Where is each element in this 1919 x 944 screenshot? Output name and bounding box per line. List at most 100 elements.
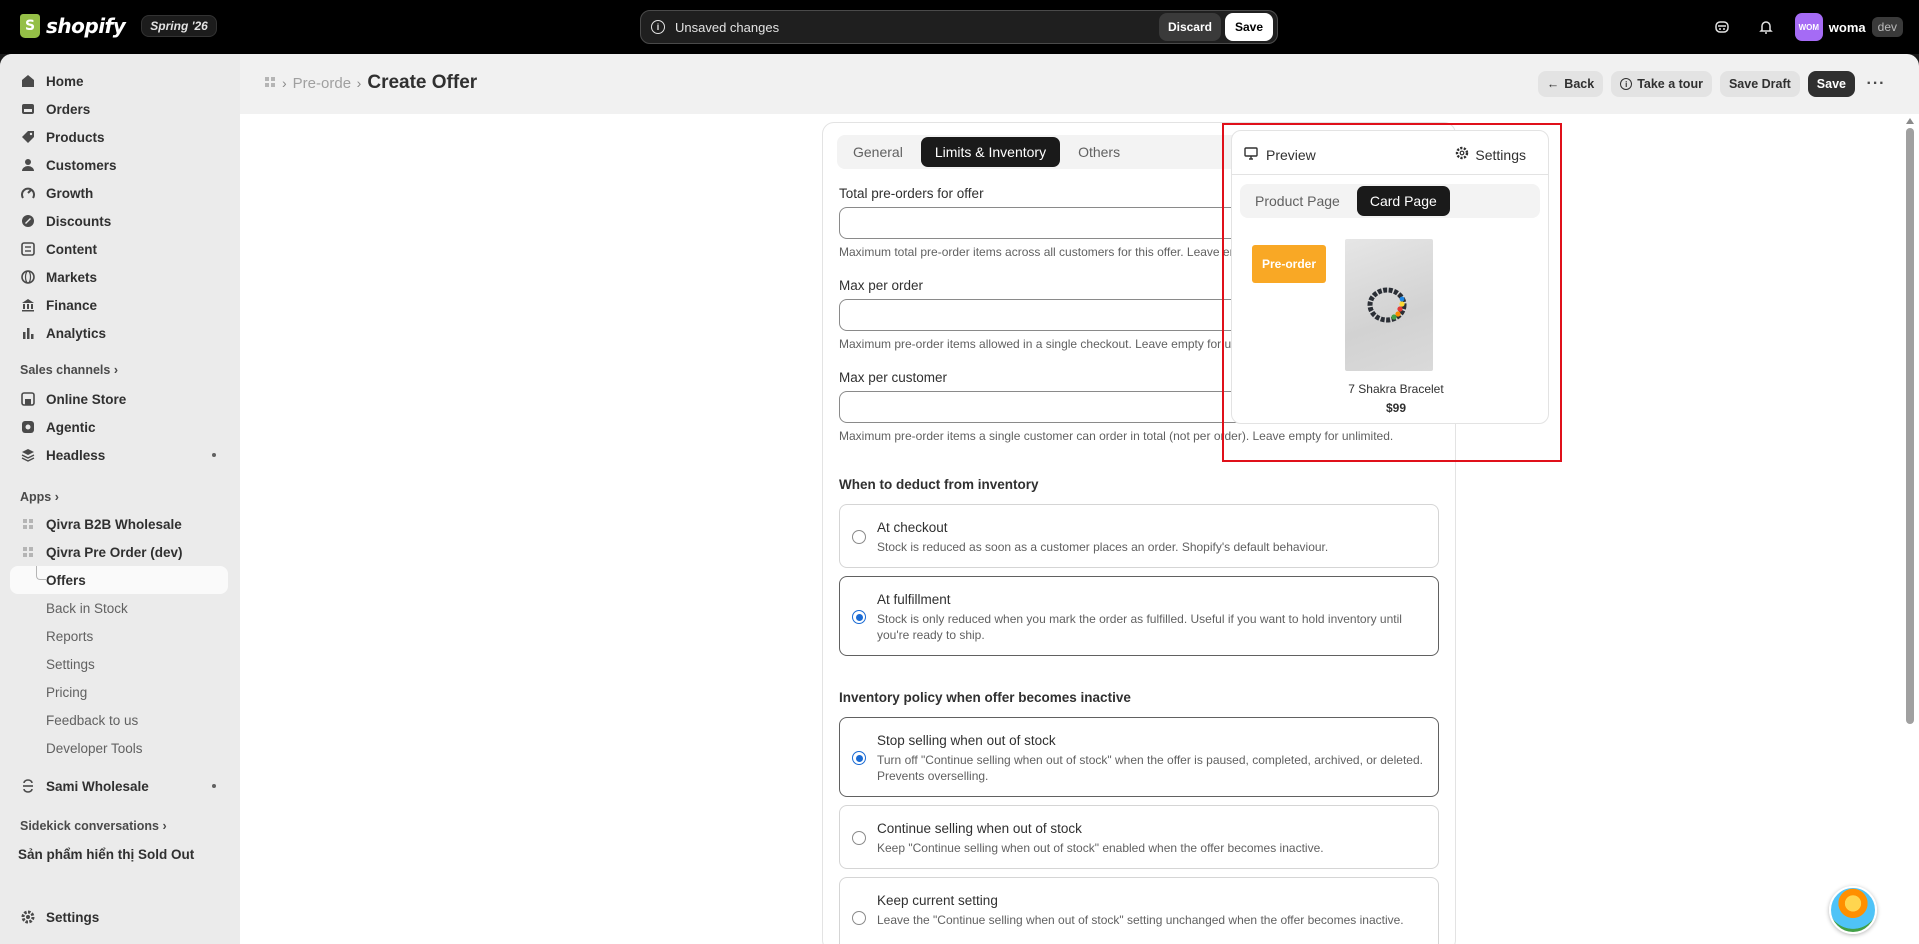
option-keep-current[interactable]: Keep current setting Leave the "Continue…: [839, 877, 1439, 944]
top-right-actions: WOM woma dev: [1707, 13, 1903, 41]
sidebar-subitem-offers[interactable]: Offers: [10, 566, 228, 594]
radio-at-checkout[interactable]: [852, 530, 866, 544]
bracelet-image: [1367, 287, 1407, 323]
preview-label: Preview: [1266, 146, 1316, 163]
avatar[interactable]: WOM: [1794, 13, 1823, 41]
sidebar-item-label: Reports: [46, 628, 94, 644]
app-grid-icon[interactable]: [264, 75, 276, 91]
sidebar-item-headless[interactable]: Headless: [10, 441, 228, 469]
sidebar-item-growth[interactable]: Growth: [10, 179, 228, 207]
sidebar-subitem-back-in-stock[interactable]: Back in Stock: [10, 594, 228, 622]
sidebar-item-online-store[interactable]: Online Store: [10, 385, 228, 413]
sidebar-item-label: Home: [46, 73, 84, 89]
sidebar-item-sami-wholesale[interactable]: Sami Wholesale: [10, 772, 228, 800]
option-stop-selling[interactable]: Stop selling when out of stock Turn off …: [839, 717, 1439, 797]
store-icon: [20, 391, 36, 407]
content-icon: [20, 241, 36, 257]
preview-header: Preview Settings: [1232, 131, 1548, 175]
tab-others[interactable]: Others: [1064, 137, 1134, 167]
tab-limits-inventory[interactable]: Limits & Inventory: [920, 137, 1061, 167]
back-button[interactable]: ← Back: [1537, 71, 1604, 97]
sidebar-item-discounts[interactable]: Discounts: [10, 207, 228, 235]
sidebar-item-finance[interactable]: Finance: [10, 291, 228, 319]
sales-channels-heading[interactable]: Sales channels ›: [20, 363, 118, 377]
app-icon: [20, 516, 36, 532]
sidebar-item-label: Finance: [46, 297, 98, 313]
sidekick-conversation-item[interactable]: Sản phẩm hiển thị Sold Out: [18, 847, 194, 862]
sidekick-icon[interactable]: [1707, 13, 1737, 41]
gear-icon: [1455, 146, 1469, 163]
info-icon: i: [651, 20, 665, 34]
save-button-top[interactable]: Save: [1224, 13, 1273, 41]
take-tour-button[interactable]: i Take a tour: [1611, 71, 1712, 97]
sidebar-item-markets[interactable]: Markets: [10, 263, 228, 291]
sidebar-subitem-reports[interactable]: Reports: [10, 622, 228, 650]
option-description: Leave the "Continue selling when out of …: [877, 913, 1404, 927]
tab-general[interactable]: General: [839, 137, 917, 167]
sidekick-heading[interactable]: Sidekick conversations ›: [20, 819, 167, 833]
sidebar-subitem-feedback[interactable]: Feedback to us: [10, 706, 228, 734]
sidebar-item-label: Feedback to us: [46, 712, 139, 728]
bell-icon[interactable]: [1751, 13, 1781, 41]
sidekick-heading-label: Sidekick conversations: [20, 819, 159, 833]
preview-settings-button[interactable]: Settings: [1455, 146, 1526, 163]
sidebar-item-label: Headless: [46, 447, 106, 463]
scrollbar[interactable]: [1901, 114, 1919, 944]
option-at-checkout[interactable]: At checkout Stock is reduced as soon as …: [839, 504, 1439, 568]
sidebar-item-orders[interactable]: Orders: [10, 95, 228, 123]
sidebar-item-label: Orders: [46, 101, 91, 117]
monitor-icon: [1244, 146, 1258, 163]
store-name[interactable]: woma: [1829, 20, 1866, 35]
sidebar-item-analytics[interactable]: Analytics: [10, 319, 228, 347]
chevron-right-icon: ›: [162, 819, 167, 833]
sidebar-item-label: Developer Tools: [46, 740, 143, 756]
back-button-label: Back: [1564, 77, 1595, 91]
sidebar-item-agentic[interactable]: Agentic: [10, 413, 228, 441]
tag-icon: [20, 129, 36, 145]
sidebar-item-qivra-b2b[interactable]: Qivra B2B Wholesale: [10, 510, 228, 538]
radio-continue-selling[interactable]: [852, 831, 866, 845]
scroll-thumb[interactable]: [1906, 128, 1914, 724]
env-badge: dev: [1871, 17, 1903, 37]
option-title: Keep current setting: [877, 893, 998, 908]
tab-product-page[interactable]: Product Page: [1242, 186, 1353, 216]
sales-channels-heading-label: Sales channels: [20, 363, 111, 377]
edition-badge[interactable]: Spring '26: [141, 15, 217, 37]
sidebar-item-label: Offers: [46, 572, 86, 588]
preview-tabs: Product Page Card Page: [1240, 184, 1540, 218]
page-header: › Pre-order › Create Offer ← Back i Take a…: [240, 54, 1919, 114]
more-actions-icon[interactable]: ···: [1863, 75, 1889, 93]
option-title: At fulfillment: [877, 592, 951, 607]
shopify-logo[interactable]: shopify Spring '26: [20, 14, 217, 38]
save-draft-button[interactable]: Save Draft: [1719, 71, 1800, 97]
option-at-fulfillment[interactable]: At fulfillment Stock is only reduced whe…: [839, 576, 1439, 656]
radio-stop-selling[interactable]: [852, 751, 866, 765]
sidebar-item-qivra-preorder[interactable]: Qivra Pre Order (dev): [10, 538, 228, 566]
sidekick-launcher-icon[interactable]: [1829, 886, 1877, 934]
breadcrumb-parent[interactable]: Pre-order: [293, 75, 351, 92]
sidebar-item-label: Products: [46, 129, 105, 145]
sidebar-item-label: Growth: [46, 185, 94, 201]
sidebar-item-products[interactable]: Products: [10, 123, 228, 151]
sidebar-subitem-developer-tools[interactable]: Developer Tools: [10, 734, 228, 762]
sidebar-item-home[interactable]: Home: [10, 67, 228, 95]
sidebar-item-label: Back in Stock: [46, 600, 128, 616]
radio-at-fulfillment[interactable]: [852, 610, 866, 624]
apps-heading[interactable]: Apps ›: [20, 490, 59, 504]
sidebar-item-customers[interactable]: Customers: [10, 151, 228, 179]
sidebar-subitem-pricing[interactable]: Pricing: [10, 678, 228, 706]
unsaved-message: Unsaved changes: [675, 19, 780, 35]
preview-card: Preview Settings Product Page Card Page …: [1231, 130, 1549, 424]
sidebar-item-settings[interactable]: Settings: [10, 903, 228, 931]
sidebar-subitem-settings[interactable]: Settings: [10, 650, 228, 678]
option-continue-selling[interactable]: Continue selling when out of stock Keep …: [839, 805, 1439, 869]
tab-card-page[interactable]: Card Page: [1356, 186, 1450, 216]
sidebar-item-content[interactable]: Content: [10, 235, 228, 263]
home-icon: [20, 73, 36, 89]
chevron-right-icon: ›: [113, 363, 118, 377]
save-button[interactable]: Save: [1807, 71, 1855, 97]
discard-button[interactable]: Discard: [1158, 13, 1221, 41]
shopify-bag-icon: [20, 14, 40, 38]
scroll-up-icon[interactable]: [1906, 118, 1914, 124]
radio-keep-current[interactable]: [852, 911, 866, 925]
